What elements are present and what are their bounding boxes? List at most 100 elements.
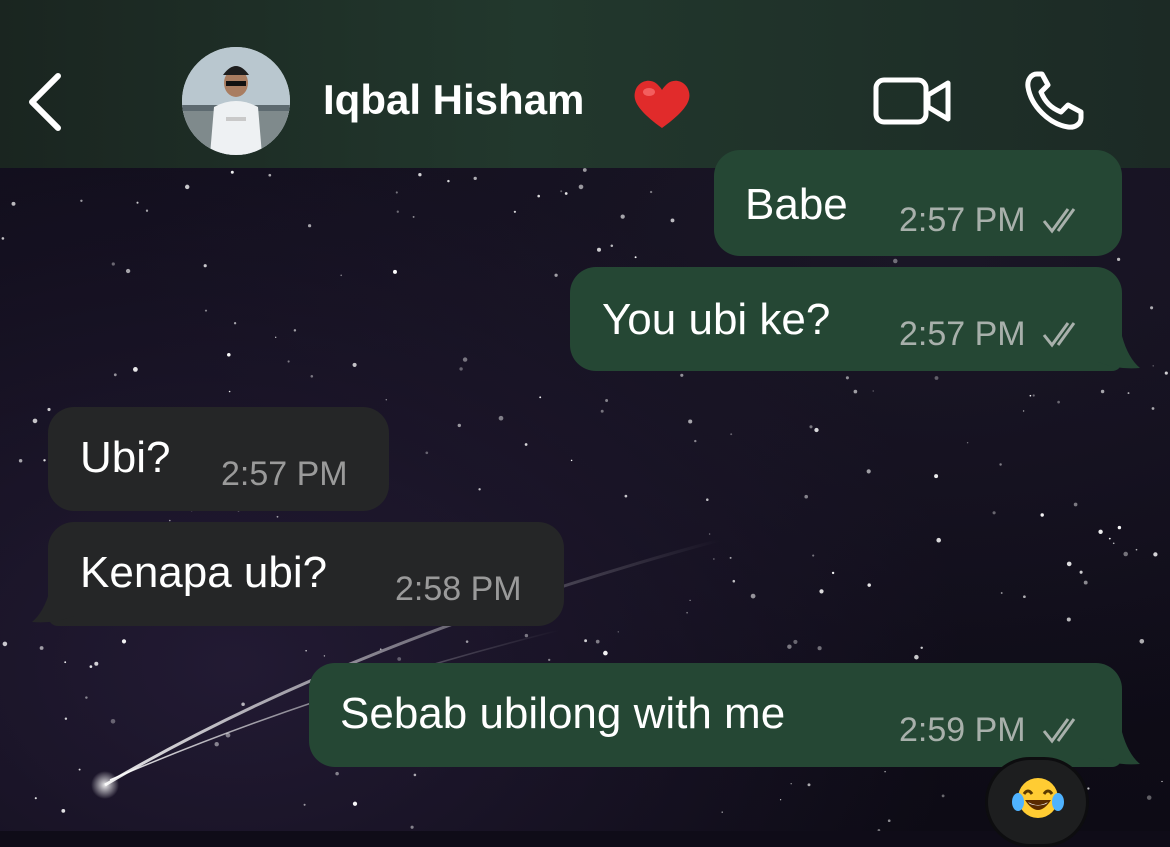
read-receipt-icon (1042, 322, 1076, 348)
star (323, 655, 326, 657)
star (694, 439, 697, 443)
star (113, 373, 117, 377)
star (1151, 407, 1155, 410)
star (812, 554, 815, 557)
star (600, 409, 604, 413)
star (133, 367, 138, 372)
star (524, 633, 529, 638)
message-text: Kenapa ubi? (80, 548, 328, 597)
star (513, 210, 517, 213)
star (473, 176, 477, 181)
star (649, 190, 653, 194)
star (807, 783, 811, 787)
star (713, 558, 715, 560)
video-camera-icon[interactable] (873, 76, 953, 126)
incoming-message-bubble[interactable]: Kenapa ubi? 2:58 PM (48, 522, 564, 626)
star (750, 593, 756, 599)
star (1023, 595, 1026, 599)
chat-header: Iqbal Hisham (0, 0, 1170, 168)
star (779, 799, 782, 801)
star (335, 771, 339, 776)
star (689, 599, 691, 602)
read-receipt-icon (1042, 208, 1076, 234)
read-receipt-icon (1042, 718, 1076, 744)
star (462, 357, 468, 362)
star (64, 661, 67, 664)
star (1112, 542, 1115, 545)
star (385, 399, 388, 401)
star (395, 191, 398, 194)
phone-icon[interactable] (1023, 70, 1087, 132)
chevron-left-icon[interactable] (24, 70, 68, 134)
star (804, 494, 808, 499)
outgoing-message-bubble[interactable]: You ubi ke? 2:57 PM (570, 267, 1122, 371)
star (1161, 780, 1163, 783)
star (617, 631, 620, 633)
star (184, 184, 190, 190)
star (241, 702, 245, 707)
star (1083, 580, 1088, 585)
star (605, 399, 609, 402)
star (872, 390, 874, 392)
star (310, 375, 314, 378)
star (39, 646, 44, 650)
avatar[interactable] (182, 47, 290, 155)
star (1150, 306, 1154, 310)
incoming-message-bubble[interactable]: Ubi? 2:57 PM (48, 407, 389, 511)
star (276, 515, 279, 518)
star (110, 718, 116, 724)
star (397, 657, 402, 661)
star (80, 199, 83, 202)
star (293, 329, 297, 332)
star (227, 353, 231, 357)
outgoing-message-bubble[interactable]: Babe 2:57 PM (714, 150, 1122, 256)
star (548, 658, 551, 662)
star (1146, 795, 1152, 800)
star (228, 390, 231, 393)
message-text: Sebab ubilong with me (340, 689, 786, 738)
star (1066, 617, 1071, 622)
star (570, 459, 573, 462)
star (61, 809, 66, 813)
star (465, 640, 469, 643)
bubble-tail (1098, 336, 1140, 369)
star (1153, 552, 1158, 557)
message-time: 2:57 PM (899, 201, 1026, 239)
message-text: You ubi ke? (602, 295, 831, 344)
laughing-tears-emoji (1012, 778, 1064, 818)
star (729, 556, 732, 559)
star (730, 433, 733, 436)
star (670, 218, 675, 223)
star (853, 389, 858, 394)
star (1164, 371, 1168, 375)
star (1029, 394, 1032, 397)
contact-name[interactable]: Iqbal Hisham (323, 76, 584, 124)
message-time: 2:57 PM (221, 455, 348, 493)
star (934, 376, 939, 380)
star (121, 639, 127, 644)
star (1135, 548, 1138, 551)
message-text: Ubi? (80, 433, 171, 482)
star (412, 215, 415, 218)
star (64, 717, 68, 720)
star (11, 201, 16, 206)
star (1057, 400, 1060, 404)
star (831, 571, 835, 575)
star (564, 192, 568, 195)
star (721, 811, 723, 813)
star (680, 373, 684, 377)
star (554, 273, 558, 277)
star (887, 819, 891, 823)
star (814, 427, 819, 433)
star (287, 360, 290, 363)
star (136, 201, 139, 204)
red-heart-emoji (634, 80, 690, 128)
star (379, 648, 382, 651)
star (999, 463, 1002, 466)
star (340, 274, 343, 277)
outgoing-message-bubble[interactable]: Sebab ubilong with me 2:59 PM (309, 663, 1122, 767)
star (1073, 502, 1078, 507)
star (275, 336, 277, 338)
star (111, 262, 115, 266)
message-reaction[interactable] (985, 757, 1089, 847)
